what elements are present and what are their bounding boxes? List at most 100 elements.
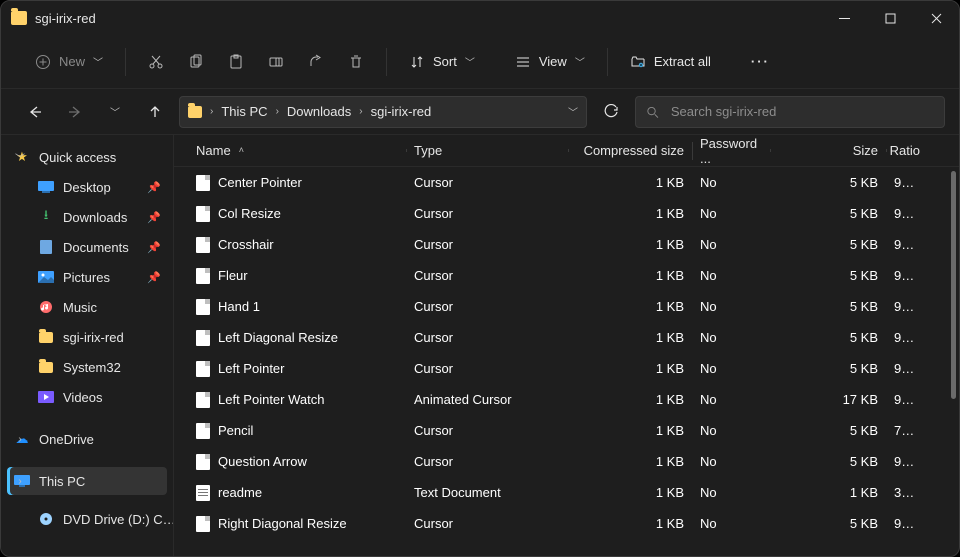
file-row[interactable]: FleurCursor1 KBNo5 KB96% (174, 260, 959, 291)
file-row[interactable]: Hand 1Cursor1 KBNo5 KB93% (174, 291, 959, 322)
file-name: Fleur (218, 268, 248, 283)
minimize-button[interactable] (821, 1, 867, 35)
folder-icon (11, 11, 27, 25)
breadcrumb[interactable]: › This PC › Downloads › sgi-irix-red ﹀ (179, 96, 587, 128)
up-button[interactable] (139, 96, 171, 128)
view-icon (515, 54, 531, 70)
file-ratio: 36% (886, 485, 928, 500)
rename-icon (268, 54, 284, 70)
pin-icon: 📌 (147, 181, 161, 194)
titlebar: sgi-irix-red (1, 1, 959, 35)
sort-button[interactable]: Sort ﹀ (399, 48, 485, 76)
file-row[interactable]: Right Diagonal ResizeCursor1 KBNo5 KB97% (174, 508, 959, 539)
file-row[interactable]: Question ArrowCursor1 KBNo5 KB93% (174, 446, 959, 477)
document-icon (37, 239, 55, 255)
new-label: New (59, 54, 85, 69)
search-box[interactable] (635, 96, 945, 128)
extract-all-button[interactable]: Extract all (620, 48, 721, 76)
file-row[interactable]: Col ResizeCursor1 KBNo5 KB97% (174, 198, 959, 229)
file-type: Animated Cursor (406, 392, 568, 407)
column-header-ratio[interactable]: Ratio (886, 143, 928, 158)
breadcrumb-current[interactable]: sgi-irix-red (371, 104, 432, 119)
sidebar-label: System32 (63, 360, 121, 375)
file-name: Center Pointer (218, 175, 302, 190)
file-ratio: 97% (886, 392, 928, 407)
file-row[interactable]: Left PointerCursor1 KBNo5 KB96% (174, 353, 959, 384)
share-button[interactable] (298, 48, 334, 76)
more-button[interactable]: ··· (741, 48, 780, 75)
file-icon (196, 454, 210, 470)
sidebar-label: Quick access (39, 150, 116, 165)
column-header-size[interactable]: Size (770, 143, 886, 158)
file-name: readme (218, 485, 262, 500)
column-header-password[interactable]: Password ... (692, 136, 770, 166)
file-row[interactable]: PencilCursor1 KBNo5 KB78% (174, 415, 959, 446)
column-header-type[interactable]: Type (406, 143, 568, 158)
sidebar-item-system32[interactable]: System32 (7, 353, 167, 381)
sidebar-onedrive[interactable]: › ☁ OneDrive (7, 425, 167, 453)
file-icon (196, 237, 210, 253)
file-type: Cursor (406, 423, 568, 438)
sidebar-label: OneDrive (39, 432, 94, 447)
maximize-button[interactable] (867, 1, 913, 35)
file-row[interactable]: Left Pointer WatchAnimated Cursor1 KBNo1… (174, 384, 959, 415)
file-size: 5 KB (770, 268, 886, 283)
sidebar-this-pc[interactable]: › This PC (7, 467, 167, 495)
folder-icon (37, 329, 55, 345)
file-ratio: 97% (886, 516, 928, 531)
sidebar-quick-access[interactable]: ﹀ ★ Quick access (7, 143, 167, 171)
file-password: No (692, 454, 770, 469)
breadcrumb-this-pc[interactable]: This PC (221, 104, 267, 119)
sidebar-item-dvd[interactable]: DVD Drive (D:) C… (7, 505, 167, 533)
chevron-down-icon[interactable]: ﹀ (568, 104, 578, 119)
file-row[interactable]: CrosshairCursor1 KBNo5 KB98% (174, 229, 959, 260)
file-size: 5 KB (770, 361, 886, 376)
file-ratio: 97% (886, 175, 928, 190)
file-password: No (692, 392, 770, 407)
delete-button[interactable] (338, 48, 374, 76)
breadcrumb-downloads[interactable]: Downloads (287, 104, 351, 119)
file-size: 17 KB (770, 392, 886, 407)
pin-icon: 📌 (147, 271, 161, 284)
file-row[interactable]: Left Diagonal ResizeCursor1 KBNo5 KB97% (174, 322, 959, 353)
copy-button[interactable] (178, 48, 214, 76)
sidebar-item-pictures[interactable]: Pictures 📌 (7, 263, 167, 291)
sidebar-label: sgi-irix-red (63, 330, 124, 345)
file-compressed-size: 1 KB (568, 423, 692, 438)
window-title: sgi-irix-red (35, 11, 96, 26)
scrollbar-thumb[interactable] (951, 171, 956, 399)
column-header-name[interactable]: Name ˄ (188, 143, 406, 158)
file-password: No (692, 175, 770, 190)
view-button[interactable]: View ﹀ (505, 48, 595, 76)
rename-button[interactable] (258, 48, 294, 76)
new-button[interactable]: New ﹀ (25, 48, 113, 76)
sidebar-item-videos[interactable]: Videos (7, 383, 167, 411)
file-password: No (692, 516, 770, 531)
file-password: No (692, 206, 770, 221)
file-icon (196, 361, 210, 377)
refresh-button[interactable] (595, 96, 627, 128)
sidebar-item-desktop[interactable]: Desktop 📌 (7, 173, 167, 201)
sidebar-item-music[interactable]: Music (7, 293, 167, 321)
sidebar-item-documents[interactable]: Documents 📌 (7, 233, 167, 261)
search-input[interactable] (669, 103, 934, 120)
paste-button[interactable] (218, 48, 254, 76)
refresh-icon (604, 104, 619, 119)
file-rows: Center PointerCursor1 KBNo5 KB97%Col Res… (174, 167, 959, 556)
column-header-compressed[interactable]: Compressed size (568, 143, 692, 158)
command-toolbar: New ﹀ Sort ﹀ View ﹀ (1, 35, 959, 89)
cut-button[interactable] (138, 48, 174, 76)
file-name: Left Pointer Watch (218, 392, 324, 407)
back-button[interactable] (19, 96, 51, 128)
chevron-down-icon: ﹀ (93, 54, 103, 69)
sort-icon (409, 54, 425, 70)
file-row[interactable]: readmeText Document1 KBNo1 KB36% (174, 477, 959, 508)
file-row[interactable]: Center PointerCursor1 KBNo5 KB97% (174, 167, 959, 198)
close-button[interactable] (913, 1, 959, 35)
sidebar-item-sgi[interactable]: sgi-irix-red (7, 323, 167, 351)
recent-locations-button[interactable]: ﹀ (99, 96, 131, 128)
chevron-down-icon: ﹀ (110, 104, 120, 119)
chevron-down-icon: ﹀ (575, 54, 585, 69)
sidebar-item-downloads[interactable]: ⭳ Downloads 📌 (7, 203, 167, 231)
forward-button[interactable] (59, 96, 91, 128)
